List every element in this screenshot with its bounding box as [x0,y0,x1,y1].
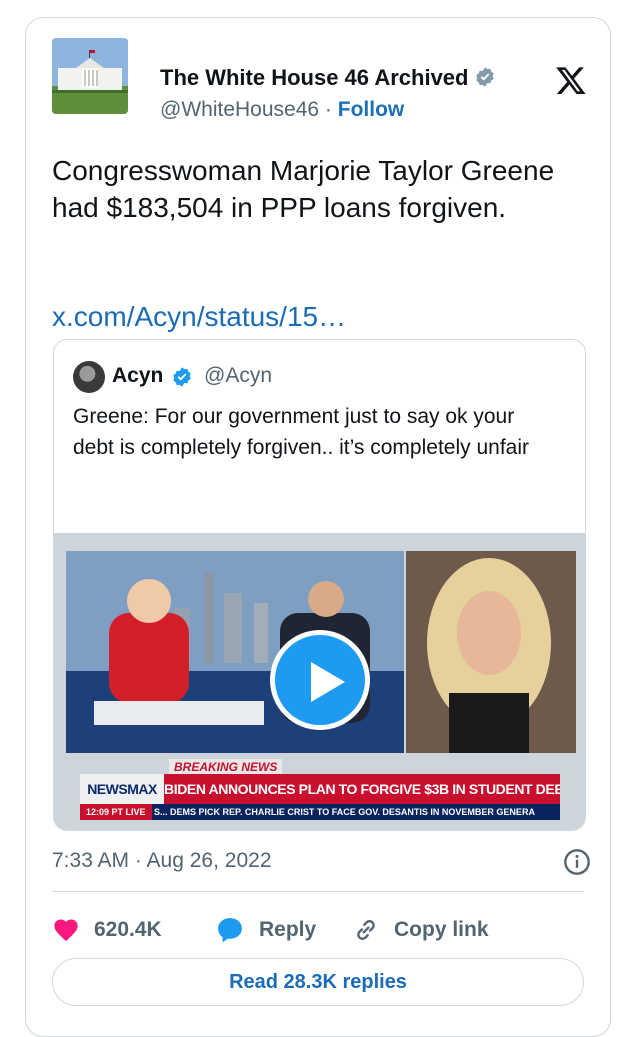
author-name-row[interactable]: The White House 46 Archived [160,65,496,91]
ticker-text: S... DEMS PICK REP. CHARLIE CRIST TO FAC… [154,807,535,817]
quote-author-name[interactable]: Acyn [112,364,163,388]
author-handle[interactable]: @WhiteHouse46 [160,98,319,121]
news-ticker: NEWSMAX BIDEN ANNOUNCES PLAN TO FORGIVE … [80,774,560,804]
quote-author-handle[interactable]: @Acyn [204,364,272,388]
separator: · [324,98,332,121]
copy-link-label: Copy link [394,918,489,941]
white-house-image [52,38,128,114]
info-icon[interactable] [563,848,591,876]
link-icon [357,920,375,940]
ticker-time: 12:09 PT LIVE [80,804,152,820]
action-bar: 620.4K Reply Copy link [52,910,572,950]
tweet-card: The White House 46 Archived @WhiteHouse4… [25,17,611,1037]
quoted-tweet[interactable]: Acyn @Acyn Greene: For our government ju… [53,339,586,831]
tweet-timestamp[interactable]: 7:33 AM · Aug 26, 2022 [52,849,272,873]
copy-link-button[interactable]: Copy link [352,910,489,950]
tweet-text: Congresswoman Marjorie Taylor Greene had… [52,155,555,223]
divider [52,891,584,892]
news-headline: BIDEN ANNOUNCES PLAN TO FORGIVE $3B IN S… [164,774,560,804]
ticker-crawl: 12:09 PT LIVE S... DEMS PICK REP. CHARLI… [80,804,560,820]
like-count: 620.4K [94,918,162,941]
x-logo-icon[interactable] [554,64,588,96]
quote-author-avatar[interactable] [73,361,105,393]
reply-label: Reply [259,918,317,941]
quote-text: Greene: For our government just to say o… [73,405,529,459]
video-player[interactable]: BREAKING NEWS NEWSMAX BIDEN ANNOUNCES PL… [54,533,585,830]
network-logo: NEWSMAX [80,774,164,804]
like-button[interactable]: 620.4K [52,910,162,950]
handle-row: @WhiteHouse46 · Follow [160,98,404,122]
author-name[interactable]: The White House 46 Archived [160,65,468,90]
reply-button[interactable]: Reply [215,910,316,950]
heart-icon [54,919,78,941]
breaking-news-label: BREAKING NEWS [169,759,283,775]
follow-button[interactable]: Follow [338,98,405,121]
tweet-link[interactable]: x.com/Acyn/status/15… [52,301,346,333]
read-replies-button[interactable]: Read 28.3K replies [52,958,584,1006]
play-button[interactable] [270,630,370,730]
verified-badge-icon [173,367,191,387]
author-avatar[interactable] [52,38,128,114]
tweet-header: The White House 46 Archived @WhiteHouse4… [52,38,588,121]
reply-bubble-icon [218,918,242,943]
verified-badge-icon [476,67,495,87]
